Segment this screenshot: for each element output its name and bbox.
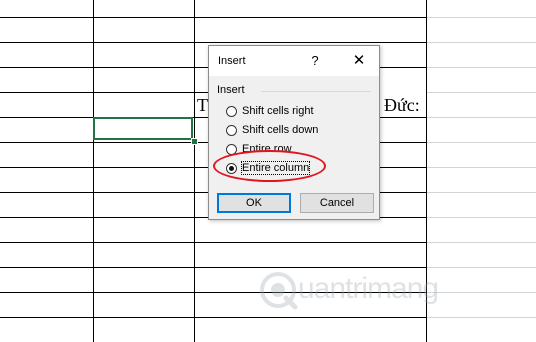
row-divider	[427, 192, 536, 193]
radio-button[interactable]	[226, 125, 237, 136]
dialog-titlebar: Insert ? ✕	[209, 46, 379, 76]
row-divider	[427, 17, 536, 18]
row-divider	[0, 42, 427, 43]
cell-text-left: T	[197, 95, 208, 115]
row-divider	[0, 242, 427, 243]
option-label: Shift cells down	[242, 124, 319, 136]
row-divider	[0, 17, 427, 18]
option-label: Shift cells right	[242, 105, 314, 117]
row-divider	[427, 167, 536, 168]
q-logo-icon	[260, 272, 298, 310]
group-label: Insert	[217, 84, 245, 96]
row-divider	[0, 317, 427, 318]
column-divider	[194, 0, 195, 342]
watermark: uantrimang	[258, 268, 478, 312]
column-divider	[93, 0, 94, 342]
row-divider	[0, 92, 208, 93]
cell-text-right: Đức:	[384, 95, 420, 115]
group-divider	[261, 91, 371, 92]
row-divider	[427, 42, 536, 43]
help-button[interactable]: ?	[307, 52, 323, 70]
insert-dialog: Insert ? ✕ Insert Shift cells right Shif…	[208, 45, 380, 220]
dialog-title: Insert	[218, 55, 246, 67]
fill-handle[interactable]	[191, 138, 198, 145]
row-divider	[427, 217, 536, 218]
close-button[interactable]: ✕	[349, 52, 369, 70]
row-divider	[427, 92, 536, 93]
highlight-ellipse	[213, 150, 326, 182]
row-divider	[427, 117, 536, 118]
radio-button[interactable]	[226, 106, 237, 117]
selected-cell[interactable]	[93, 117, 193, 140]
cancel-button[interactable]: Cancel	[300, 193, 374, 213]
row-divider	[427, 317, 536, 318]
row-divider	[427, 142, 536, 143]
row-divider	[427, 242, 536, 243]
ok-button[interactable]: OK	[217, 193, 291, 213]
watermark-text: uantrimang	[298, 272, 439, 305]
row-divider	[427, 67, 536, 68]
